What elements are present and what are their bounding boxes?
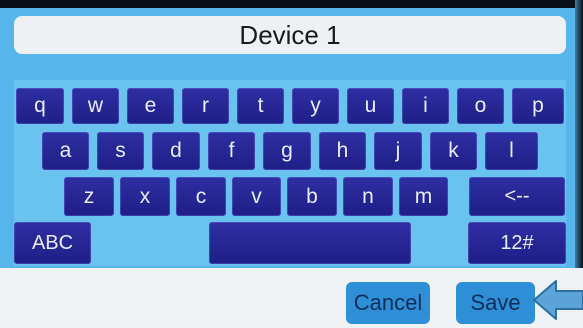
key-i[interactable]: i	[402, 88, 449, 124]
key-f[interactable]: f	[208, 132, 255, 170]
key-k[interactable]: k	[430, 132, 477, 170]
cancel-button[interactable]: Cancel	[346, 282, 430, 324]
on-screen-keyboard: q w e r t y u i o p a s d f g h j k l z …	[14, 80, 566, 266]
key-u[interactable]: u	[347, 88, 394, 124]
key-j[interactable]: j	[374, 132, 422, 170]
key-c[interactable]: c	[176, 177, 226, 216]
numbers-symbols-key[interactable]: 12#	[468, 222, 566, 264]
key-l[interactable]: l	[485, 132, 538, 170]
backspace-key[interactable]: <--	[469, 177, 565, 216]
key-x[interactable]: x	[120, 177, 170, 216]
key-b[interactable]: b	[287, 177, 337, 216]
key-v[interactable]: v	[232, 177, 281, 216]
key-d[interactable]: d	[152, 132, 200, 170]
save-button[interactable]: Save	[456, 282, 535, 324]
key-e[interactable]: e	[127, 88, 174, 124]
key-p[interactable]: p	[512, 88, 564, 124]
key-m[interactable]: m	[399, 177, 448, 216]
key-a[interactable]: a	[42, 132, 89, 170]
key-n[interactable]: n	[343, 177, 393, 216]
arrow-left-icon	[533, 280, 583, 320]
device-name-field[interactable]: Device 1	[14, 16, 566, 54]
abc-mode-key[interactable]: ABC	[14, 222, 91, 264]
bezel-top	[0, 0, 583, 8]
space-key[interactable]	[209, 222, 411, 264]
key-g[interactable]: g	[263, 132, 311, 170]
key-r[interactable]: r	[182, 88, 229, 124]
key-z[interactable]: z	[64, 177, 114, 216]
key-h[interactable]: h	[319, 132, 366, 170]
key-q[interactable]: q	[16, 88, 64, 124]
key-w[interactable]: w	[72, 88, 119, 124]
key-y[interactable]: y	[292, 88, 339, 124]
key-t[interactable]: t	[237, 88, 284, 124]
key-s[interactable]: s	[97, 132, 144, 170]
device-name-value: Device 1	[239, 19, 341, 50]
key-o[interactable]: o	[457, 88, 504, 124]
